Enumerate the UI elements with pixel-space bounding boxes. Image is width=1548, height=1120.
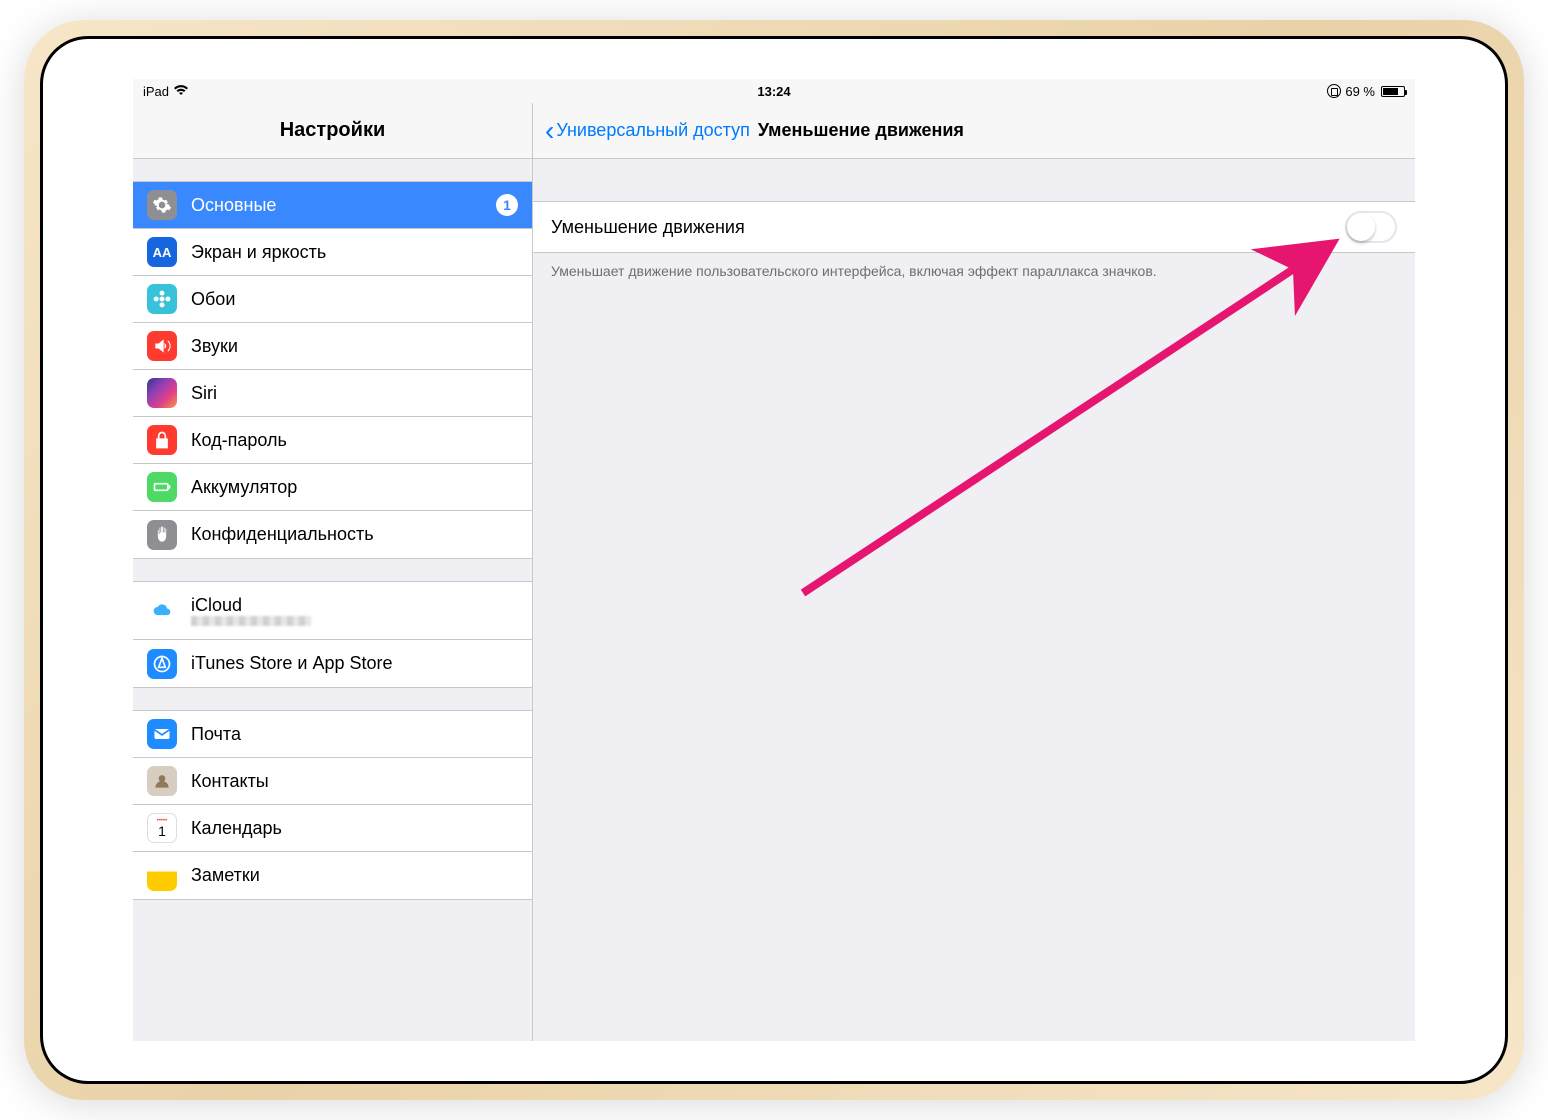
sidebar-item-label: Заметки: [191, 865, 518, 886]
back-label: Универсальный доступ: [556, 120, 750, 141]
sidebar-item-label: iCloud: [191, 595, 311, 616]
sidebar-title: Настройки: [133, 103, 532, 159]
sidebar-item-label: Звуки: [191, 336, 518, 357]
detail-header: ‹ Универсальный доступ Уменьшение движен…: [533, 103, 1415, 159]
sidebar-item-privacy[interactable]: Конфиденциальность: [133, 511, 532, 558]
battery-icon: [147, 472, 177, 502]
sidebar-item-label: Обои: [191, 289, 518, 310]
battery-percent: 69 %: [1345, 84, 1375, 99]
status-left: iPad: [143, 84, 189, 99]
device-label: iPad: [143, 84, 169, 99]
lock-icon: [147, 425, 177, 455]
flower-icon: [147, 284, 177, 314]
sidebar-section-account: iCloud iTunes Store и App Store: [133, 581, 532, 688]
icloud-account-blurred: [191, 616, 311, 626]
settings-sidebar[interactable]: Настройки Основные 1 AA: [133, 103, 533, 1041]
page-title: Уменьшение движения: [758, 120, 964, 141]
contacts-icon: [147, 766, 177, 796]
detail-pane: ‹ Универсальный доступ Уменьшение движен…: [533, 103, 1415, 1041]
sidebar-item-display[interactable]: AA Экран и яркость: [133, 229, 532, 276]
status-time: 13:24: [757, 84, 790, 99]
calendar-icon: ••••• 1: [147, 813, 177, 843]
screen-wrap: iPad 13:24 69 % Настройк: [43, 39, 1505, 1081]
sidebar-item-label: Siri: [191, 383, 518, 404]
sidebar-item-label: Календарь: [191, 818, 518, 839]
status-bar: iPad 13:24 69 %: [133, 79, 1415, 103]
notification-badge: 1: [496, 194, 518, 216]
speaker-icon: [147, 331, 177, 361]
sidebar-item-wallpaper[interactable]: Обои: [133, 276, 532, 323]
chevron-left-icon: ‹: [545, 117, 554, 145]
sidebar-item-mail[interactable]: Почта: [133, 711, 532, 758]
sidebar-item-passcode[interactable]: Код-пароль: [133, 417, 532, 464]
sidebar-item-icloud[interactable]: iCloud: [133, 582, 532, 640]
toggle-knob: [1347, 213, 1375, 241]
sidebar-item-label: Конфиденциальность: [191, 524, 518, 545]
sidebar-item-battery[interactable]: Аккумулятор: [133, 464, 532, 511]
sidebar-item-sounds[interactable]: Звуки: [133, 323, 532, 370]
battery-icon: [1381, 86, 1405, 97]
wifi-icon: [173, 84, 189, 99]
hand-icon: [147, 520, 177, 550]
rotation-lock-icon: [1327, 84, 1341, 98]
sidebar-item-label: Почта: [191, 724, 518, 745]
detail-section: Уменьшение движения: [533, 201, 1415, 253]
sidebar-item-label: Основные: [191, 195, 496, 216]
screen: iPad 13:24 69 % Настройк: [133, 79, 1415, 1041]
siri-icon: [147, 378, 177, 408]
sidebar-item-notes[interactable]: Заметки: [133, 852, 532, 899]
ipad-frame: iPad 13:24 69 % Настройк: [24, 20, 1524, 1100]
sidebar-item-calendar[interactable]: ••••• 1 Календарь: [133, 805, 532, 852]
sidebar-item-contacts[interactable]: Контакты: [133, 758, 532, 805]
sidebar-item-general[interactable]: Основные 1: [133, 182, 532, 229]
gear-icon: [147, 190, 177, 220]
sidebar-item-label: Аккумулятор: [191, 477, 518, 498]
sidebar-item-appstore[interactable]: iTunes Store и App Store: [133, 640, 532, 687]
notes-icon: [147, 861, 177, 891]
sidebar-section-apps: Почта Контакты •••••: [133, 710, 532, 900]
status-right: 69 %: [1327, 84, 1405, 99]
device-inner: iPad 13:24 69 % Настройк: [40, 36, 1508, 1084]
sidebar-item-label: iTunes Store и App Store: [191, 653, 518, 674]
sidebar-item-label: Экран и яркость: [191, 242, 518, 263]
reduce-motion-row[interactable]: Уменьшение движения: [533, 202, 1415, 252]
cloud-icon: [147, 596, 177, 626]
section-footer: Уменьшает движение пользовательского инт…: [533, 253, 1415, 289]
sidebar-item-siri[interactable]: Siri: [133, 370, 532, 417]
sidebar-item-label: Контакты: [191, 771, 518, 792]
appstore-icon: [147, 649, 177, 679]
sidebar-section-general: Основные 1 AA Экран и яркость: [133, 181, 532, 559]
reduce-motion-toggle[interactable]: [1345, 211, 1397, 243]
text-size-icon: AA: [147, 237, 177, 267]
sidebar-item-label: Код-пароль: [191, 430, 518, 451]
row-label: Уменьшение движения: [551, 217, 745, 238]
mail-icon: [147, 719, 177, 749]
back-button[interactable]: ‹ Универсальный доступ: [545, 117, 750, 145]
split-view: Настройки Основные 1 AA: [133, 103, 1415, 1041]
